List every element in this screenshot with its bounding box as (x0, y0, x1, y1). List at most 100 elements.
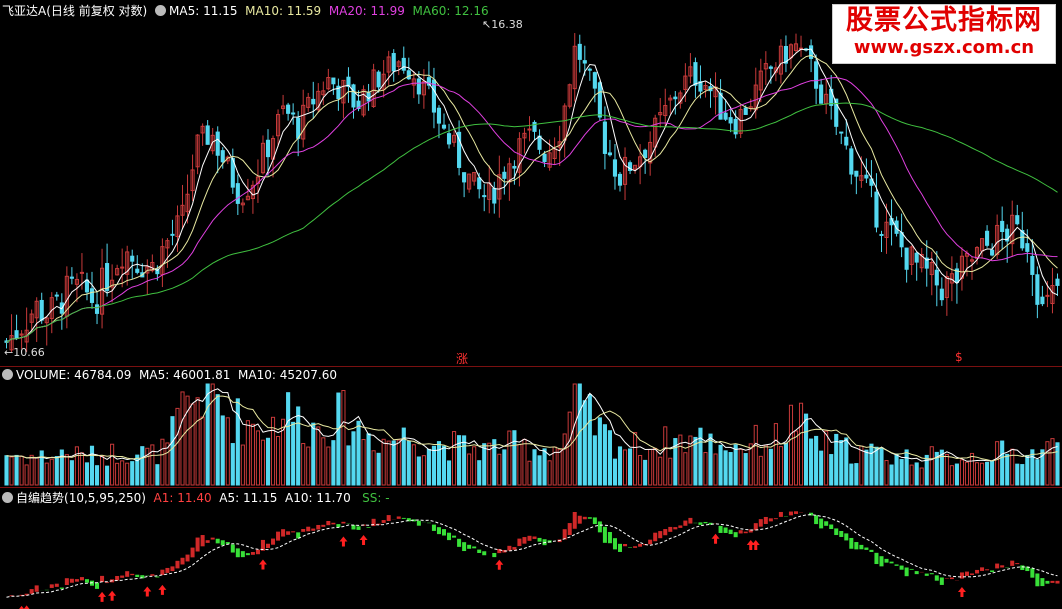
volume-bar (210, 383, 215, 486)
candle-body (215, 131, 220, 156)
candle-body (296, 117, 301, 139)
collapse-icon[interactable] (2, 369, 13, 380)
candle-body (14, 330, 19, 339)
volume-bar (743, 453, 748, 486)
volume-bar (260, 439, 266, 486)
volume-bar (472, 446, 477, 486)
candle-body (1000, 220, 1005, 233)
volume-bar (753, 424, 758, 486)
volume-bar (165, 442, 170, 486)
volume-bar (391, 440, 396, 486)
volume-bar (64, 454, 69, 486)
volume-bar (778, 446, 783, 486)
candle-body (54, 294, 59, 297)
volume-bar (326, 446, 331, 486)
volume-bar (69, 460, 74, 486)
volume-bar (602, 424, 607, 486)
volume-bar (633, 432, 638, 486)
volume-bar (296, 406, 301, 486)
volume-bar (275, 436, 281, 486)
candle-body (643, 149, 648, 159)
a1-label: A1: (153, 491, 174, 505)
candle-body (416, 78, 421, 95)
candle-body (809, 45, 814, 59)
buy-arrow-icon (751, 539, 760, 550)
candle-body (1040, 296, 1045, 305)
volume-bar (884, 460, 889, 486)
candle-body (205, 125, 210, 145)
volume-bar (381, 438, 386, 486)
volume-bar (14, 454, 19, 486)
volume-bar (612, 458, 618, 486)
candle-body (597, 82, 602, 118)
candle-body (1045, 294, 1050, 297)
collapse-icon[interactable] (2, 492, 13, 503)
volume-bar (954, 463, 959, 486)
candle-body (492, 187, 497, 204)
candle-body (1030, 255, 1035, 275)
chart-subtitle: (日线 前复权 对数) (46, 4, 148, 18)
volume-bar (658, 456, 663, 486)
volume-bar (708, 433, 713, 486)
volume-bar (527, 460, 532, 486)
volume-bar (421, 455, 426, 486)
volume-bar (542, 448, 547, 486)
candle-body (768, 66, 773, 69)
candle-body (1055, 278, 1060, 286)
candle-body (607, 152, 613, 156)
volume-bar (336, 392, 341, 486)
candle-body (39, 299, 44, 321)
volume-bar (773, 423, 778, 486)
volume-bar (286, 392, 291, 486)
buy-arrow-icon (23, 605, 30, 609)
volume-bar (547, 460, 552, 486)
volume-bar (446, 460, 452, 486)
candle-body (849, 148, 854, 175)
volume-bar (985, 461, 990, 486)
volume-bar (648, 448, 653, 486)
candle-body (94, 304, 100, 314)
volume-bar (617, 446, 623, 486)
ma10-label: MA10: (245, 4, 283, 18)
volume-bar (155, 464, 160, 486)
volume-bar (889, 464, 894, 486)
volume-bar (627, 448, 633, 486)
candle-body (537, 135, 542, 150)
candle-body (120, 266, 125, 269)
volume-value: 46784.09 (74, 368, 132, 382)
collapse-icon[interactable] (155, 5, 167, 16)
ss-label: SS: (362, 491, 382, 505)
volume-bar (969, 452, 975, 486)
trend-params: (10,5,95,250) (64, 491, 146, 505)
volume-bar (904, 449, 909, 486)
candle-body (89, 288, 95, 303)
ma10-value: 11.59 (286, 4, 322, 18)
volume-bar (592, 435, 597, 486)
trend-panel (6, 511, 1060, 609)
volume-bar (668, 457, 673, 486)
candle-body (482, 195, 487, 198)
volume-bar (733, 444, 738, 486)
candle-body (265, 139, 271, 158)
volume-bar (366, 433, 371, 486)
volume-bar (497, 453, 502, 486)
candle-body (291, 112, 296, 115)
candle-body (985, 230, 990, 246)
volume-bar (874, 446, 879, 486)
volume-bar (451, 431, 457, 486)
volume-bar (1010, 448, 1015, 486)
volume-bar (819, 450, 824, 486)
volume-bar (346, 445, 351, 486)
volume-bar (190, 403, 195, 486)
volume-bar (406, 440, 411, 486)
marker-zhang: 涨 (456, 352, 469, 366)
candle-body (376, 71, 381, 88)
candle-body (854, 170, 859, 177)
volume-bar (522, 438, 527, 486)
volume-bar (738, 448, 743, 486)
volume-bar (436, 441, 442, 486)
ma5-line (6, 48, 1058, 343)
volume-bar (929, 446, 934, 486)
volume-bar (849, 463, 854, 486)
candle-body (130, 255, 135, 262)
